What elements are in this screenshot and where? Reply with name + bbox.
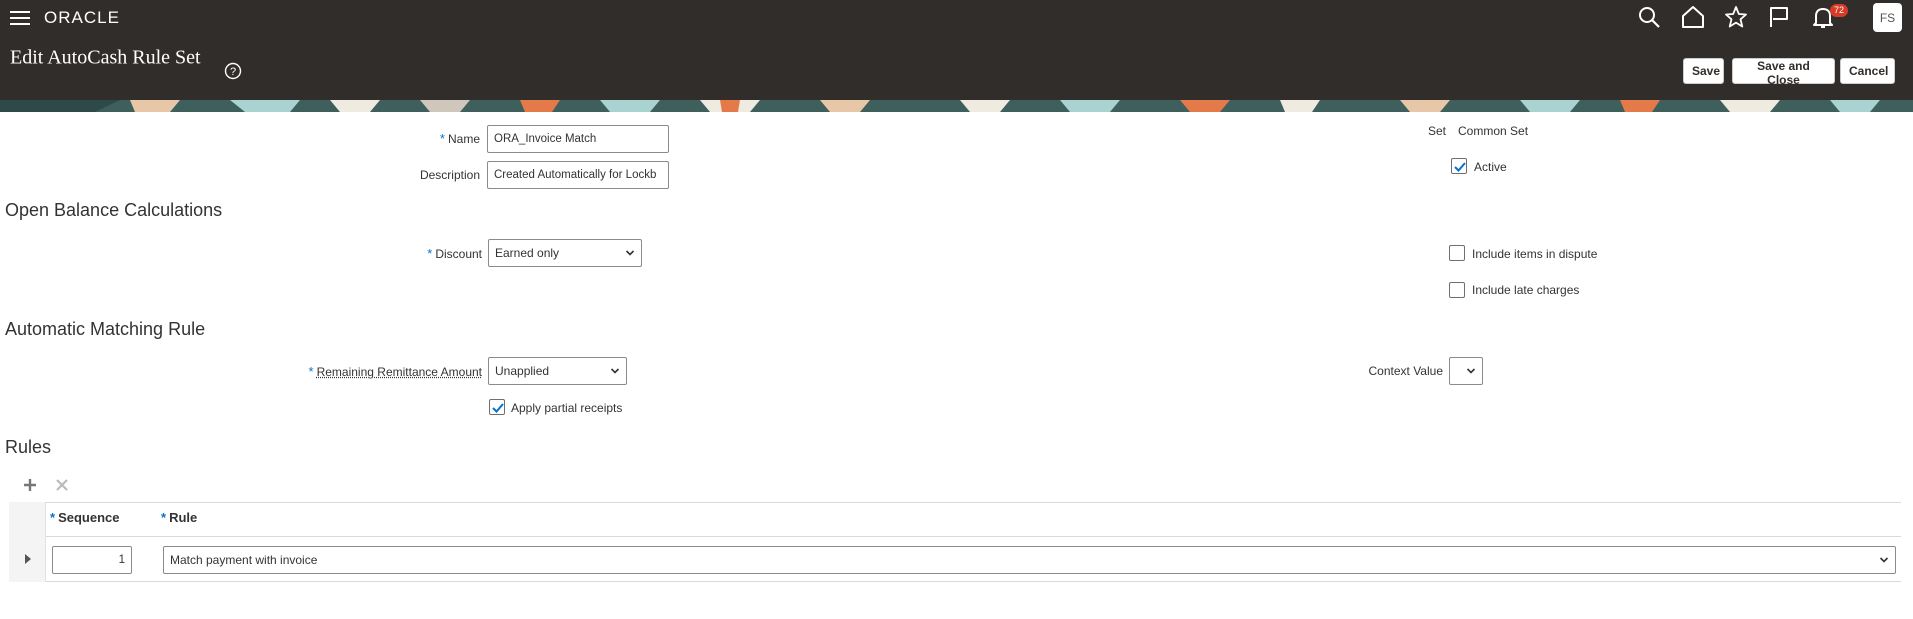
- svg-text:?: ?: [230, 66, 236, 78]
- chevron-down-icon: [610, 368, 620, 374]
- context-value-select[interactable]: [1449, 357, 1483, 385]
- notification-badge[interactable]: 72: [1830, 4, 1849, 17]
- chevron-down-icon: [1879, 557, 1889, 563]
- search-icon[interactable]: [1636, 4, 1662, 30]
- help-icon[interactable]: ?: [224, 62, 242, 80]
- discount-label-text: Discount: [435, 247, 482, 261]
- name-label-text: Name: [447, 132, 480, 146]
- discount-label: * Discount: [300, 246, 482, 261]
- column-header-rule[interactable]: * Rule: [161, 510, 197, 525]
- required-marker: *: [308, 364, 314, 379]
- page-title: Edit AutoCash Rule Set: [10, 46, 201, 69]
- matching-heading: Automatic Matching Rule: [5, 319, 206, 339]
- expand-row-icon[interactable]: [23, 553, 33, 565]
- sequence-input[interactable]: [52, 546, 132, 574]
- rules-table: *Sequence *Rule Match payment with invoi…: [9, 502, 1901, 582]
- remaining-amount-label: * Remaining Remittance Amount: [270, 364, 482, 379]
- rules-heading: Rules: [5, 437, 52, 457]
- rule-select-value: Match payment with invoice: [170, 553, 318, 567]
- description-label: Description: [419, 168, 480, 182]
- hamburger-icon[interactable]: [10, 9, 30, 27]
- name-input[interactable]: [487, 125, 669, 153]
- include-dispute-label: Include items in dispute: [1472, 247, 1598, 261]
- chevron-down-icon: [1466, 368, 1476, 374]
- star-icon[interactable]: [1723, 4, 1749, 30]
- remaining-amount-value: Unapplied: [495, 364, 550, 378]
- column-header-sequence[interactable]: * Sequence: [50, 510, 119, 525]
- active-checkbox[interactable]: [1451, 158, 1467, 174]
- open-balance-heading: Open Balance Calculations: [5, 200, 223, 220]
- apply-partial-checkbox[interactable]: [489, 399, 505, 415]
- remaining-amount-label-text[interactable]: Remaining Remittance Amount: [317, 365, 482, 379]
- check-icon: [1454, 162, 1466, 172]
- sequence-header-text: Sequence: [58, 510, 120, 525]
- active-label: Active: [1474, 160, 1507, 174]
- rule-header-text: Rule: [169, 510, 198, 525]
- set-value: Common Set: [1458, 124, 1529, 138]
- discount-select-value: Earned only: [495, 246, 560, 260]
- apply-partial-label: Apply partial receipts: [511, 401, 623, 415]
- description-input[interactable]: [487, 161, 669, 189]
- delete-row-icon[interactable]: [54, 477, 70, 493]
- chevron-down-icon: [625, 250, 635, 256]
- flag-icon[interactable]: [1766, 4, 1792, 30]
- save-button[interactable]: Save: [1683, 58, 1724, 84]
- add-row-icon[interactable]: [22, 477, 38, 493]
- required-marker: *: [161, 510, 167, 525]
- global-header: ORACLE 72 FS Edit AutoCash Rule Set ? Sa…: [0, 0, 1913, 100]
- set-label: Set: [1427, 124, 1446, 138]
- rule-select[interactable]: Match payment with invoice: [163, 546, 1896, 574]
- include-late-checkbox[interactable]: [1449, 282, 1465, 298]
- include-late-label: Include late charges: [1472, 283, 1580, 297]
- include-dispute-checkbox[interactable]: [1449, 245, 1465, 261]
- context-value-label: Context Value: [1368, 364, 1444, 378]
- required-marker: *: [50, 510, 56, 525]
- remaining-amount-select[interactable]: Unapplied: [488, 357, 627, 385]
- home-icon[interactable]: [1680, 4, 1706, 30]
- required-marker: *: [439, 131, 445, 146]
- decorative-banner: [0, 100, 1913, 112]
- oracle-logo[interactable]: ORACLE: [44, 8, 120, 28]
- check-icon: [492, 403, 504, 413]
- save-and-close-button[interactable]: Save and Close: [1732, 58, 1835, 87]
- table-row[interactable]: Match payment with invoice: [9, 537, 1901, 581]
- avatar[interactable]: FS: [1873, 3, 1902, 32]
- cancel-button[interactable]: Cancel: [1840, 58, 1895, 84]
- required-marker: *: [427, 246, 433, 261]
- discount-select[interactable]: Earned only: [488, 239, 642, 267]
- name-label: * Name: [300, 131, 480, 146]
